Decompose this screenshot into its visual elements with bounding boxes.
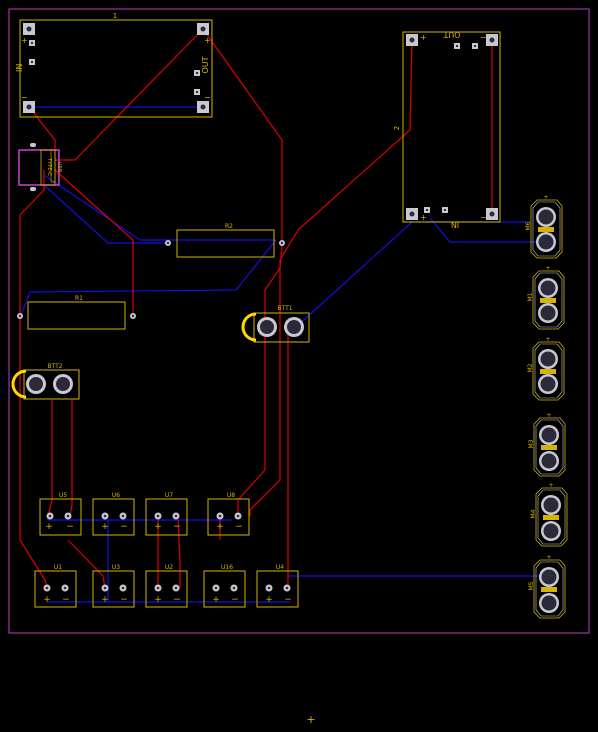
- svg-text:U1: U1: [54, 564, 62, 571]
- svg-text:+: +: [545, 336, 550, 343]
- module-1-plus: +: [21, 36, 28, 45]
- module-1: 1 IN OUT + − + −: [15, 12, 213, 118]
- motor-m5: + M5: [528, 554, 566, 619]
- svg-text:U5: U5: [59, 492, 67, 499]
- r1-label: R1: [75, 295, 83, 302]
- svg-text:M4: M4: [530, 509, 537, 518]
- svg-text:U3: U3: [112, 564, 120, 571]
- svg-text:+: +: [154, 595, 162, 605]
- usb-type-c-connector: TYPE-C USB: [18, 143, 62, 191]
- pcb-layout-canvas: 1 IN OUT + − + − TYPE-C USB 2 OUT IN + −…: [8, 8, 590, 726]
- svg-text:−: −: [66, 522, 74, 532]
- btt1-label: BTT1: [277, 305, 292, 312]
- svg-text:+: +: [101, 522, 109, 532]
- svg-text:+: +: [216, 522, 224, 532]
- connector-u1: U1 + −: [34, 564, 77, 608]
- svg-text:−: −: [231, 595, 239, 605]
- module-2-plus: +: [420, 33, 427, 42]
- svg-text:+: +: [545, 265, 550, 272]
- module-1-minus: −: [21, 93, 28, 102]
- motor-m3: + M3: [528, 412, 566, 477]
- svg-text:−: −: [62, 595, 70, 605]
- module-1-out-label: OUT: [201, 56, 210, 73]
- btt2-label: BTT2: [47, 363, 62, 370]
- svg-text:M6: M6: [525, 221, 532, 230]
- module-2-in-minus: −: [480, 213, 487, 222]
- connector-u6: U6 + −: [92, 492, 135, 536]
- motor-m2: + M2: [527, 336, 565, 401]
- svg-text:+: +: [43, 595, 51, 605]
- module-1-in-label: IN: [15, 64, 24, 72]
- svg-text:+: +: [101, 595, 109, 605]
- connector-u5: U5 + −: [39, 492, 82, 536]
- svg-text:U2: U2: [165, 564, 173, 571]
- svg-text:−: −: [173, 595, 181, 605]
- module-2: 2 OUT IN + − + −: [393, 30, 501, 229]
- svg-text:M2: M2: [527, 363, 534, 372]
- svg-text:+: +: [548, 482, 553, 489]
- battery-btt2: BTT2: [11, 363, 80, 400]
- svg-text:−: −: [120, 522, 128, 532]
- svg-text:−: −: [284, 595, 292, 605]
- module-2-minus: −: [480, 33, 487, 42]
- connector-u4: U4 + −: [256, 564, 299, 608]
- svg-text:+: +: [154, 522, 162, 532]
- origin-marker: +: [306, 713, 315, 726]
- svg-text:+: +: [265, 595, 273, 605]
- bottom-copper-traces: [19, 106, 550, 603]
- svg-text:U16: U16: [221, 564, 233, 571]
- connector-u8: U8 + −: [207, 492, 250, 536]
- usb-ref-label: USB: [56, 162, 62, 173]
- svg-text:U4: U4: [276, 564, 284, 571]
- motor-m6: + M6: [525, 194, 563, 259]
- connector-u3: U3 + −: [92, 564, 135, 608]
- module-1-out-plus: +: [204, 36, 211, 45]
- svg-text:+: +: [212, 595, 220, 605]
- svg-text:U7: U7: [165, 492, 173, 499]
- module-2-ref: 2: [393, 126, 401, 130]
- svg-text:M5: M5: [528, 581, 535, 590]
- connector-u16: U16 + −: [203, 564, 246, 608]
- module-1-out-minus: −: [204, 93, 211, 102]
- svg-text:−: −: [173, 522, 181, 532]
- svg-text:−: −: [235, 522, 243, 532]
- svg-text:−: −: [120, 595, 128, 605]
- resistor-r1: R1: [17, 295, 136, 330]
- svg-text:+: +: [543, 194, 548, 201]
- r2-label: R2: [225, 223, 233, 230]
- svg-text:M1: M1: [527, 292, 534, 301]
- svg-text:U8: U8: [227, 492, 235, 499]
- svg-text:+: +: [45, 522, 53, 532]
- connector-u7: U7 + −: [145, 492, 188, 536]
- svg-text:U6: U6: [112, 492, 120, 499]
- module-1-ref: 1: [113, 12, 117, 20]
- motor-m4: + M4: [530, 482, 568, 547]
- svg-text:+: +: [546, 554, 551, 561]
- motor-m1: + M1: [527, 265, 565, 330]
- module-2-in-plus: +: [420, 213, 427, 222]
- svg-text:M3: M3: [528, 439, 535, 448]
- svg-text:+: +: [546, 412, 551, 419]
- module-2-in-label: IN: [451, 220, 459, 229]
- module-2-out-label: OUT: [443, 30, 460, 39]
- connector-u2: U2 + −: [145, 564, 188, 608]
- battery-btt1: BTT1: [241, 305, 310, 343]
- top-copper-traces: [19, 28, 493, 589]
